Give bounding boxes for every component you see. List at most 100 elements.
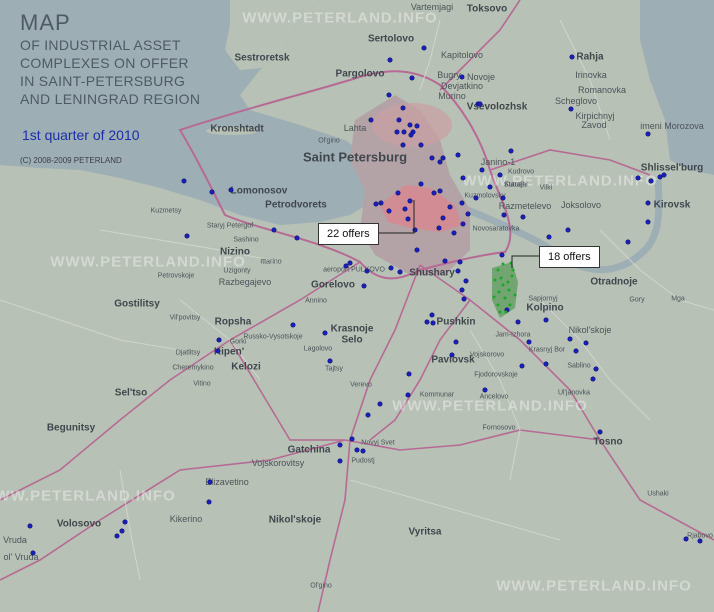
offer-marker[interactable] [498,310,502,314]
offer-marker[interactable] [662,173,666,177]
offer-marker[interactable] [291,323,295,327]
offer-marker[interactable] [520,364,524,368]
offer-marker[interactable] [387,209,391,213]
offer-marker[interactable] [419,143,423,147]
offer-marker[interactable] [574,349,578,353]
offer-marker[interactable] [492,295,496,299]
offer-marker[interactable] [458,260,462,264]
offer-marker[interactable] [594,367,598,371]
offer-marker[interactable] [441,216,445,220]
offer-marker[interactable] [636,176,640,180]
offer-marker[interactable] [498,173,502,177]
offer-marker[interactable] [185,234,189,238]
offer-marker[interactable] [456,153,460,157]
offer-marker[interactable] [338,443,342,447]
offer-marker[interactable] [403,207,407,211]
offer-marker[interactable] [568,337,572,341]
offer-marker[interactable] [460,201,464,205]
offer-marker[interactable] [355,448,359,452]
offer-marker[interactable] [516,320,520,324]
offer-marker[interactable] [207,500,211,504]
offer-marker[interactable] [361,449,365,453]
offer-marker[interactable] [344,264,348,268]
offer-marker[interactable] [389,266,393,270]
offer-marker[interactable] [229,188,233,192]
offer-marker[interactable] [510,274,514,278]
offer-marker[interactable] [432,191,436,195]
offer-marker[interactable] [365,269,369,273]
offer-marker[interactable] [182,179,186,183]
offer-marker[interactable] [569,107,573,111]
offer-marker[interactable] [422,46,426,50]
offer-marker[interactable] [544,362,548,366]
offer-marker[interactable] [425,320,429,324]
offer-marker[interactable] [415,248,419,252]
offer-marker[interactable] [295,236,299,240]
offer-marker[interactable] [460,75,464,79]
offer-marker[interactable] [443,259,447,263]
offer-marker[interactable] [397,118,401,122]
offer-marker[interactable] [502,213,506,217]
offer-marker[interactable] [497,290,501,294]
offer-marker[interactable] [348,261,352,265]
offer-marker[interactable] [499,276,503,280]
offer-marker[interactable] [437,226,441,230]
offer-marker[interactable] [323,331,327,335]
offer-marker[interactable] [407,372,411,376]
offer-marker[interactable] [511,268,515,272]
offer-marker[interactable] [646,220,650,224]
offer-marker[interactable] [430,156,434,160]
offer-marker[interactable] [698,539,702,543]
offer-marker[interactable] [395,130,399,134]
offer-marker[interactable] [464,279,468,283]
offer-marker[interactable] [408,123,412,127]
offer-marker[interactable] [401,106,405,110]
offer-marker[interactable] [402,130,406,134]
offer-marker[interactable] [506,280,510,284]
offer-marker[interactable] [684,537,688,541]
offer-marker[interactable] [216,349,220,353]
offer-marker[interactable] [461,222,465,226]
offer-marker[interactable] [398,270,402,274]
offer-marker[interactable] [466,212,470,216]
offer-marker[interactable] [210,190,214,194]
offer-marker[interactable] [338,459,342,463]
offer-marker[interactable] [508,303,512,307]
offer-marker[interactable] [646,132,650,136]
offer-marker[interactable] [570,55,574,59]
offer-marker[interactable] [547,235,551,239]
offer-marker[interactable] [272,228,276,232]
offer-marker[interactable] [496,303,500,307]
offer-marker[interactable] [369,118,373,122]
offer-marker[interactable] [480,168,484,172]
offer-marker[interactable] [500,253,504,257]
offer-marker[interactable] [504,310,508,314]
offer-marker[interactable] [28,524,32,528]
offer-marker[interactable] [448,205,452,209]
offer-marker[interactable] [217,338,221,342]
offer-marker[interactable] [454,340,458,344]
offer-marker[interactable] [374,202,378,206]
offer-marker[interactable] [123,520,127,524]
offer-marker[interactable] [474,196,478,200]
offer-marker[interactable] [488,185,492,189]
offer-marker[interactable] [388,58,392,62]
offer-marker[interactable] [441,156,445,160]
offer-marker[interactable] [120,529,124,533]
callout-22-offers[interactable]: 22 offers [318,223,379,245]
offer-marker[interactable] [438,189,442,193]
offer-marker[interactable] [566,228,570,232]
offer-marker[interactable] [460,288,464,292]
offer-marker[interactable] [115,534,119,538]
offer-marker[interactable] [598,430,602,434]
offer-marker[interactable] [450,353,454,357]
offer-marker[interactable] [544,318,548,322]
offer-marker[interactable] [584,341,588,345]
offer-marker[interactable] [430,313,434,317]
offer-marker[interactable] [503,296,507,300]
offer-marker[interactable] [350,437,354,441]
offer-marker[interactable] [366,413,370,417]
offer-marker[interactable] [513,293,517,297]
offer-marker[interactable] [509,149,513,153]
offer-marker[interactable] [521,215,525,219]
